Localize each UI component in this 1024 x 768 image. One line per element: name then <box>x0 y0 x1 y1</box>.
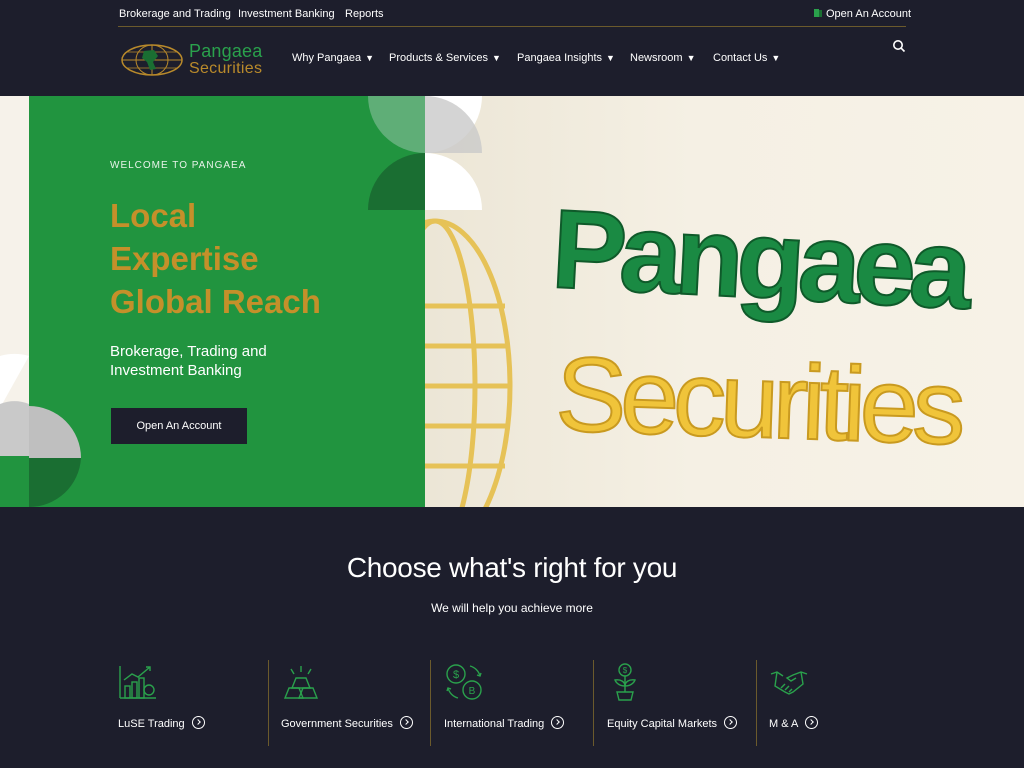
sign-text-pangaea: Pangaea <box>549 186 976 333</box>
offering-label-text: M & A <box>769 718 799 730</box>
nav-pangaea-insights[interactable]: Pangaea Insights ▼ <box>517 52 615 64</box>
hero-headline: Local Expertise Global Reach <box>110 194 321 323</box>
offerings-title: Choose what's right for you <box>346 552 678 583</box>
hero-photo: Pangaea Securities <box>425 96 1024 507</box>
arrow-right-circle-icon <box>399 716 413 729</box>
card-divider <box>268 660 269 746</box>
util-link-investment-banking[interactable]: Investment Banking <box>238 8 335 20</box>
nav-label: Products & Services <box>389 52 489 64</box>
hero-headline-line3: Global Reach <box>110 283 321 320</box>
office-sign-image: Pangaea Securities <box>425 96 977 507</box>
arrow-right-circle-icon <box>551 716 565 729</box>
chart-growth-icon <box>119 666 156 699</box>
open-account-label: Open An Account <box>826 8 912 20</box>
open-account-link[interactable]: Open An Account <box>813 8 911 20</box>
arrow-right-circle-icon <box>724 716 738 729</box>
svg-text:$: $ <box>623 666 628 675</box>
hero-left-strip <box>0 96 29 507</box>
nav-label: Why Pangaea <box>292 52 362 64</box>
offering-label: M & A <box>769 716 819 730</box>
gold-bars-icon <box>283 666 319 699</box>
brand-logo[interactable]: Pangaea Securities <box>120 40 270 80</box>
offering-label: LuSE Trading <box>118 716 205 730</box>
chevron-down-icon: ▼ <box>771 53 781 63</box>
svg-text:$: $ <box>453 669 459 681</box>
svg-text:B: B <box>469 686 476 697</box>
offering-label: International Trading <box>444 716 565 730</box>
nav-newsroom[interactable]: Newsroom ▼ <box>630 52 696 64</box>
globe-logo-icon <box>121 44 183 76</box>
offering-label-text: Government Securities <box>281 718 393 730</box>
offering-label-text: International Trading <box>444 718 545 730</box>
nav-label: Pangaea Insights <box>517 52 603 64</box>
util-link-brokerage[interactable]: Brokerage and Trading <box>119 8 231 20</box>
site-header: Brokerage and Trading Investment Banking… <box>0 0 1024 96</box>
offerings-subtitle: We will help you achieve more <box>431 601 593 615</box>
arrow-right-circle-icon <box>191 716 205 729</box>
decorative-arcs-left <box>0 353 29 507</box>
nav-contact-us[interactable]: Contact Us ▼ <box>713 52 780 64</box>
offering-card-equity-capital-markets[interactable]: $ Equity Capital Markets <box>607 660 747 746</box>
nav-label: Contact Us <box>713 52 768 64</box>
offering-label-text: LuSE Trading <box>118 718 185 730</box>
offering-label: Government Securities <box>281 716 413 730</box>
offering-card-government-securities[interactable]: Government Securities <box>281 660 421 746</box>
arrow-right-circle-icon <box>805 716 819 729</box>
util-link-reports[interactable]: Reports <box>345 8 384 20</box>
offering-card-luse-trading[interactable]: LuSE Trading <box>118 660 258 746</box>
offering-card-m-and-a[interactable]: M & A <box>769 660 889 746</box>
search-icon[interactable] <box>892 39 906 53</box>
sign-text-securities: Securities <box>554 335 968 467</box>
hero-subheading: Brokerage, Trading and Investment Bankin… <box>110 343 267 379</box>
chevron-down-icon: ▼ <box>606 53 615 63</box>
nav-label: Newsroom <box>630 52 683 64</box>
offering-card-international-trading[interactable]: $ B International Trading <box>444 660 584 746</box>
chevron-down-icon: ▼ <box>686 53 696 63</box>
offering-label: Equity Capital Markets <box>607 716 738 730</box>
nav-why-pangaea[interactable]: Why Pangaea ▼ <box>292 52 374 64</box>
chevron-down-icon: ▼ <box>492 53 501 63</box>
brand-name-line2: Securities <box>189 60 263 77</box>
money-plant-icon: $ <box>614 663 636 701</box>
hero-banner: WELCOME TO PANGAEA Local Expertise Globa… <box>0 96 1024 507</box>
handshake-icon <box>770 671 808 695</box>
nav-products-services[interactable]: Products & Services ▼ <box>389 52 501 64</box>
header-divider <box>118 26 906 27</box>
door-icon <box>814 9 822 17</box>
currency-exchange-icon: $ B <box>446 664 482 700</box>
card-divider <box>756 660 757 746</box>
hero-headline-line1: Local <box>110 197 197 234</box>
hero-eyebrow: WELCOME TO PANGAEA <box>110 160 247 171</box>
chevron-down-icon: ▼ <box>365 53 375 63</box>
open-account-button[interactable]: Open An Account <box>111 408 247 444</box>
card-divider <box>430 660 431 746</box>
card-divider <box>593 660 594 746</box>
brand-name-line1: Pangaea <box>189 41 263 61</box>
offering-label-text: Equity Capital Markets <box>607 718 718 730</box>
hero-headline-line2: Expertise <box>110 240 259 277</box>
